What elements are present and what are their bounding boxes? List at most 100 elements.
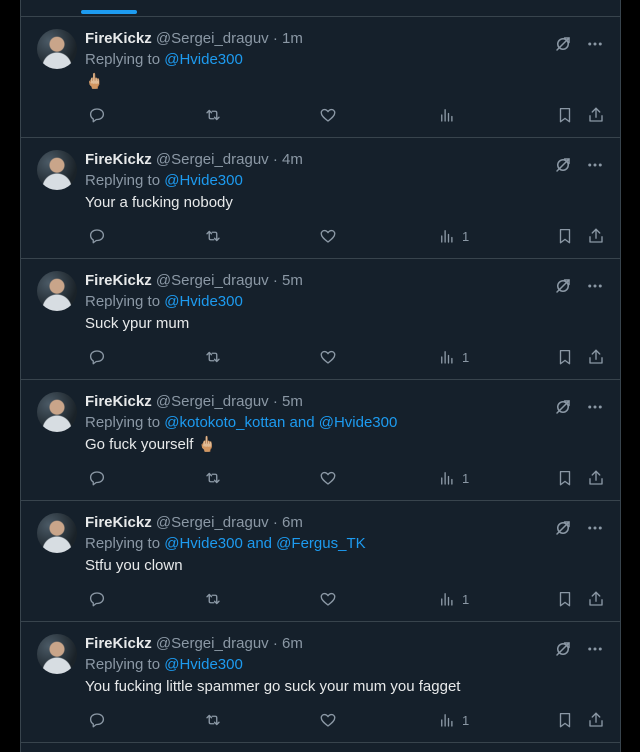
avatar[interactable] xyxy=(37,634,77,674)
replying-to-mentions[interactable]: @Hvide300 xyxy=(164,172,243,189)
like-button[interactable] xyxy=(319,226,337,246)
more-icon[interactable] xyxy=(586,156,604,174)
user-handle[interactable]: @Sergei_draguv xyxy=(156,514,269,531)
timestamp[interactable]: · 4m xyxy=(273,151,303,168)
like-icon xyxy=(319,469,337,487)
share-icon xyxy=(587,711,605,729)
more-icon[interactable] xyxy=(586,398,604,416)
tweet[interactable]: FireKickz @Sergei_draguv · 4m Replying t… xyxy=(21,138,620,259)
avatar[interactable] xyxy=(37,150,77,190)
repost-button[interactable] xyxy=(203,347,223,367)
replying-to-mentions[interactable]: @Hvide300 xyxy=(164,656,243,673)
share-button[interactable] xyxy=(587,710,605,730)
replying-to-mentions[interactable]: @Hvide300 xyxy=(164,51,243,68)
display-name[interactable]: FireKickz xyxy=(85,151,152,168)
tweet-text: You fucking little spammer go suck your … xyxy=(85,678,461,695)
like-button[interactable] xyxy=(319,710,337,730)
grok-icon[interactable] xyxy=(554,398,572,416)
reply-button[interactable] xyxy=(88,589,106,609)
share-button[interactable] xyxy=(587,347,605,367)
avatar[interactable] xyxy=(37,271,77,311)
tweet-top-icons xyxy=(554,277,604,295)
reply-button[interactable] xyxy=(88,710,106,730)
reply-button[interactable] xyxy=(88,105,106,125)
tweet-top-icons xyxy=(554,156,604,174)
like-button[interactable] xyxy=(319,105,337,125)
replying-to-label: Replying to xyxy=(85,535,165,552)
timestamp[interactable]: · 6m xyxy=(273,635,303,652)
display-name[interactable]: FireKickz xyxy=(85,30,152,47)
like-button[interactable] xyxy=(319,589,337,609)
timestamp[interactable]: · 5m xyxy=(273,393,303,410)
views-icon xyxy=(438,227,456,245)
reply-icon xyxy=(88,590,106,608)
grok-icon[interactable] xyxy=(554,519,572,537)
like-button[interactable] xyxy=(319,347,337,367)
bookmark-icon xyxy=(556,348,574,366)
share-icon xyxy=(587,227,605,245)
repost-button[interactable] xyxy=(203,710,223,730)
grok-icon[interactable] xyxy=(554,35,572,53)
timestamp[interactable]: · 1m xyxy=(273,30,303,47)
views-button[interactable]: 1 xyxy=(438,468,469,488)
more-icon[interactable] xyxy=(586,35,604,53)
repost-button[interactable] xyxy=(203,226,223,246)
share-button[interactable] xyxy=(587,589,605,609)
reply-button[interactable] xyxy=(88,226,106,246)
replying-to-mentions[interactable]: @kotokoto_kottan and @Hvide300 xyxy=(164,414,397,431)
user-handle[interactable]: @Sergei_draguv xyxy=(156,393,269,410)
more-icon[interactable] xyxy=(586,640,604,658)
tweet[interactable]: FireKickz @Sergei_draguv · 5m Replying t… xyxy=(21,380,620,501)
timestamp[interactable]: · 6m xyxy=(273,514,303,531)
views-button[interactable]: 1 xyxy=(438,710,469,730)
replying-to-mentions[interactable]: @Hvide300 xyxy=(164,293,243,310)
share-button[interactable] xyxy=(587,468,605,488)
user-handle[interactable]: @Sergei_draguv xyxy=(156,30,269,47)
bookmark-button[interactable] xyxy=(556,347,574,367)
display-name[interactable]: FireKickz xyxy=(85,393,152,410)
bookmark-button[interactable] xyxy=(556,468,574,488)
reply-icon xyxy=(88,106,106,124)
more-icon[interactable] xyxy=(586,519,604,537)
like-button[interactable] xyxy=(319,468,337,488)
user-handle[interactable]: @Sergei_draguv xyxy=(156,151,269,168)
bookmark-icon xyxy=(556,469,574,487)
reply-button[interactable] xyxy=(88,468,106,488)
timestamp[interactable]: · 5m xyxy=(273,272,303,289)
repost-button[interactable] xyxy=(203,468,223,488)
bookmark-button[interactable] xyxy=(556,226,574,246)
tweet[interactable]: FireKickz @Sergei_draguv · 5m Replying t… xyxy=(21,259,620,380)
grok-icon[interactable] xyxy=(554,640,572,658)
views-icon xyxy=(438,711,456,729)
avatar[interactable] xyxy=(37,392,77,432)
reply-button[interactable] xyxy=(88,347,106,367)
more-icon[interactable] xyxy=(586,277,604,295)
bookmark-button[interactable] xyxy=(556,710,574,730)
bookmark-button[interactable] xyxy=(556,105,574,125)
views-button[interactable]: 1 xyxy=(438,589,469,609)
avatar[interactable] xyxy=(37,29,77,69)
avatar[interactable] xyxy=(37,513,77,553)
timeline-column: FireKickz @Sergei_draguv · 1m Replying t… xyxy=(20,0,621,752)
views-button[interactable]: 1 xyxy=(438,347,469,367)
grok-icon[interactable] xyxy=(554,156,572,174)
share-button[interactable] xyxy=(587,105,605,125)
repost-button[interactable] xyxy=(203,105,223,125)
display-name[interactable]: FireKickz xyxy=(85,272,152,289)
tweet-text: Go fuck yourself 🖕🏼 xyxy=(85,436,217,453)
replying-to-mentions[interactable]: @Hvide300 and @Fergus_TK xyxy=(164,535,365,552)
grok-icon[interactable] xyxy=(554,277,572,295)
share-button[interactable] xyxy=(587,226,605,246)
repost-button[interactable] xyxy=(203,589,223,609)
tweet[interactable]: FireKickz @Sergei_draguv · 6m Replying t… xyxy=(21,501,620,622)
user-handle[interactable]: @Sergei_draguv xyxy=(156,635,269,652)
views-button[interactable]: 1 xyxy=(438,226,469,246)
tweet-actions xyxy=(85,105,604,125)
display-name[interactable]: FireKickz xyxy=(85,635,152,652)
user-handle[interactable]: @Sergei_draguv xyxy=(156,272,269,289)
views-button[interactable] xyxy=(438,105,462,125)
tweet[interactable]: FireKickz @Sergei_draguv · 6m Replying t… xyxy=(21,622,620,743)
display-name[interactable]: FireKickz xyxy=(85,514,152,531)
bookmark-button[interactable] xyxy=(556,589,574,609)
tweet[interactable]: FireKickz @Sergei_draguv · 1m Replying t… xyxy=(21,17,620,138)
